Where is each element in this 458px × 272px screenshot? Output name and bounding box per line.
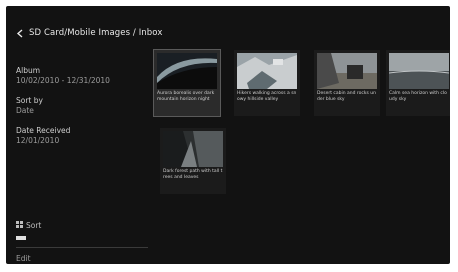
sort-by-value: Date: [16, 106, 34, 115]
thumbnail-caption: Desert cabin and rocks under blue sky: [317, 91, 376, 102]
sort-mode-toggle[interactable]: Sort: [16, 221, 148, 240]
thumbnail-5[interactable]: Dark forest path with tall trees and lea…: [160, 128, 226, 194]
album-value: 10/02/2010 - 12/31/2010: [16, 76, 110, 85]
image-thumbnail: [163, 131, 223, 167]
breadcrumb: SD Card/Mobile Images / Inbox: [16, 26, 162, 40]
thumbnail-1[interactable]: Aurora borealis over dark mountain horiz…: [153, 49, 221, 117]
sort-mode-indicator: [16, 236, 26, 240]
thumbnail-caption: Aurora borealis over dark mountain horiz…: [157, 91, 215, 102]
sort-mode-label-row: Sort: [16, 221, 148, 230]
image-thumbnail: [317, 53, 377, 89]
image-thumbnail: [389, 53, 449, 89]
sort-mode-label: Sort: [26, 221, 42, 230]
image-thumbnail: [237, 53, 297, 89]
grid-icon: [16, 221, 23, 230]
thumbnail-caption: Dark forest path with tall trees and lea…: [163, 169, 223, 180]
date-info: Date Received 12/01/2010: [16, 126, 148, 146]
thumbnail-4[interactable]: Calm sea horizon with cloudy sky: [386, 50, 450, 116]
divider: [16, 247, 148, 248]
image-thumbnail: [157, 53, 217, 89]
edit-button[interactable]: Edit: [16, 254, 31, 263]
date-received-label: Date Received: [16, 126, 71, 135]
sort-by-label: Sort by: [16, 96, 43, 105]
thumbnail-2[interactable]: Hikers walking across a snowy hillside v…: [234, 50, 300, 116]
screen: SD Card/Mobile Images / Inbox Album 10/0…: [6, 6, 450, 264]
details-sidebar: Album 10/02/2010 - 12/31/2010 Sort by Da…: [16, 66, 148, 264]
thumbnail-caption: Hikers walking across a snowy hillside v…: [237, 91, 297, 102]
breadcrumb-text: SD Card/Mobile Images / Inbox: [29, 28, 163, 38]
back-arrow-icon[interactable]: [16, 28, 25, 38]
date-received-value: 12/01/2010: [16, 136, 60, 145]
album-label: Album: [16, 66, 41, 75]
album-info: Album 10/02/2010 - 12/31/2010: [16, 66, 148, 86]
thumbnail-caption: Calm sea horizon with cloudy sky: [389, 91, 447, 102]
sort-info: Sort by Date: [16, 96, 148, 116]
thumbnail-3[interactable]: Desert cabin and rocks under blue sky: [314, 50, 380, 116]
